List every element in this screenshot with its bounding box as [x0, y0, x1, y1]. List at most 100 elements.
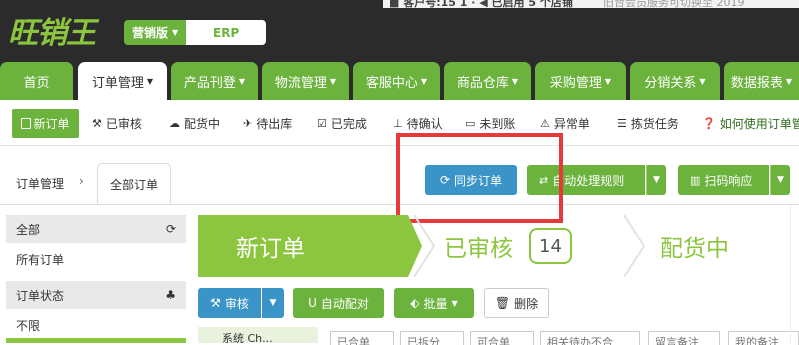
file-icon	[21, 118, 32, 129]
highlight-annotation-box	[396, 133, 563, 223]
sidebar-section-status[interactable]: 订单状态 ♣	[6, 281, 186, 309]
warning-icon: ⚠	[540, 116, 550, 130]
service-notice-text[interactable]: 旧台会员服务可切换至 2019	[603, 0, 745, 8]
nav-tab-service[interactable]: 客服中心 ▼	[353, 62, 440, 100]
stage-label: 配货中	[660, 236, 729, 262]
nav-tab-label: 订单管理	[91, 75, 144, 91]
subnav-pending-confirm[interactable]: ⊥ 待确认	[393, 114, 443, 132]
chevron-down-icon: ▼	[238, 76, 246, 86]
chevron-down-icon: ▼	[511, 76, 519, 86]
refresh-icon[interactable]: ⟳	[166, 222, 176, 236]
stage-new-order[interactable]: 新订单	[198, 215, 408, 277]
nav-tab-reports[interactable]: 数据报表 ▼	[724, 62, 799, 100]
nav-tab-label: 客服中心	[365, 75, 418, 91]
filter-label: 系统 Ch...	[198, 327, 318, 343]
nav-tab-purchase[interactable]: 采购管理 ▼	[535, 62, 626, 100]
order-filter-sidebar: 全部 ⟳ 所有订单 订单状态 ♣ 不限	[6, 215, 186, 343]
nav-tab-label: 商品仓库	[456, 75, 509, 91]
gavel-icon: ⚒	[210, 296, 221, 310]
button-label: 删除	[514, 296, 539, 311]
nav-tab-home[interactable]: 首页	[0, 62, 73, 100]
button-label: 自动处理规则	[552, 173, 625, 188]
audit-dropdown[interactable]: ▼	[262, 288, 284, 318]
sidebar-item-label: 不限	[16, 318, 41, 333]
breadcrumb-current-tab[interactable]: 全部订单	[97, 163, 171, 205]
nav-tab-warehouse[interactable]: 商品仓库 ▼	[444, 62, 531, 100]
top-status-strip: ■ 客户号:15 1 · ◀ 已启用 5 个店铺 旧台会员服务可切换至 2019	[383, 0, 799, 8]
trash-icon: 🗑	[494, 296, 511, 310]
nav-tab-distribution[interactable]: 分销关系 ▼	[630, 62, 720, 100]
chevron-down-icon: ▼	[604, 76, 612, 86]
checkbox-icon: ☑	[317, 116, 327, 130]
divider	[790, 205, 791, 343]
magnet-icon: Ս	[308, 296, 317, 310]
chevron-down-icon: ▼	[420, 76, 428, 86]
filter-row: 系统 Ch... 已合单 已拆分 可合单 相关待办不合 留言备注 我的备注	[198, 327, 799, 345]
subnav-allocating[interactable]: ☁ 配货中	[169, 114, 220, 132]
tag-icon: ⬖	[410, 296, 420, 310]
order-stage-flow: 新订单 已审核 14 配货中	[198, 215, 799, 277]
sidebar-section-label: 订单状态	[16, 288, 65, 303]
cloud-icon: ☁	[169, 116, 180, 130]
sidebar-item-unlimited[interactable]: 不限	[6, 311, 186, 339]
chevron-down-icon: ▼	[653, 175, 660, 185]
main-nav: 首页 订单管理 ▼ 产品刊登 ▼ 物流管理 ▼ 客服中心 ▼ 商品仓库 ▼ 采购…	[0, 60, 799, 100]
nav-tab-listing[interactable]: 产品刊登 ▼	[171, 62, 258, 100]
stage-audited[interactable]: 已审核 14	[444, 215, 572, 277]
subnav-picking-task[interactable]: ☰ 拣货任务	[617, 114, 679, 132]
subnav-pending-shipment[interactable]: ✈ 待出库	[243, 114, 292, 132]
subnav-label: 已审核	[105, 116, 142, 131]
subnav-audited[interactable]: ⚒ 已审核	[92, 114, 142, 132]
breadcrumb-root[interactable]: 订单管理	[16, 175, 64, 192]
chevron-down-icon: ▼	[269, 298, 277, 308]
auto-rule-dropdown[interactable]: ▼	[646, 165, 666, 195]
chevron-down-icon: ▼	[146, 76, 154, 86]
plane-icon: ✈	[243, 116, 253, 130]
chevron-down-icon: ▼	[451, 298, 458, 308]
nav-tab-label: 产品刊登	[183, 75, 236, 91]
gavel-icon: ⚒	[92, 116, 102, 130]
subnav-unpaid[interactable]: ▭ 未到账	[465, 114, 515, 132]
subnav-exception[interactable]: ⚠ 异常单	[540, 114, 590, 132]
sidebar-item-all-orders[interactable]: 所有订单	[6, 245, 186, 273]
stage-label: 已审核	[444, 236, 513, 262]
help-icon: ❓	[702, 116, 716, 130]
subnav-label: 新订单	[33, 117, 70, 131]
chevron-down-icon: ▼	[785, 76, 793, 86]
subnav-label: 配货中	[184, 116, 221, 131]
stage-count-badge: 14	[529, 228, 572, 264]
subnav-help-link[interactable]: ❓ 如何使用订单管	[702, 114, 799, 132]
sidebar-section-label: 全部	[16, 222, 41, 237]
pin-icon: ⊥	[393, 116, 403, 130]
stage-chevron	[413, 215, 436, 277]
subnav-completed[interactable]: ☑ 已完成	[317, 114, 367, 132]
stage-allocating[interactable]: 配货中	[660, 215, 729, 277]
erp-link[interactable]: ERP	[186, 20, 267, 45]
edition-dropdown[interactable]: 营销版 ▼	[124, 20, 187, 45]
auto-match-button[interactable]: Ս 自动配对	[293, 288, 384, 318]
audit-button[interactable]: ⚒ 审核	[198, 288, 261, 318]
sidebar-active-indicator	[6, 338, 186, 343]
account-status-text: ■ 客户号:15 1 · ◀ 已启用 5 个店铺	[389, 0, 573, 8]
chevron-down-icon: ▼	[172, 28, 179, 37]
button-label: 审核	[224, 296, 249, 311]
scan-response-dropdown[interactable]: ▼	[770, 165, 790, 195]
chevron-down-icon: ▼	[777, 175, 784, 185]
button-label: 扫码响应	[704, 173, 753, 188]
app-logo[interactable]: 旺销王	[8, 8, 96, 52]
delete-button[interactable]: 🗑 删除	[484, 288, 549, 318]
subnav-label: 已完成	[330, 116, 367, 131]
stage-chevron	[623, 215, 646, 277]
sitemap-icon[interactable]: ♣	[165, 288, 176, 302]
barcode-icon: ▥	[690, 173, 701, 187]
subnav-label: 未到账	[479, 116, 516, 131]
nav-tab-logistics[interactable]: 物流管理 ▼	[262, 62, 349, 100]
batch-button[interactable]: ⬖ 批量 ▼	[394, 288, 474, 318]
sidebar-section-all[interactable]: 全部 ⟳	[6, 215, 186, 243]
subnav-new-order[interactable]: 新订单	[12, 109, 79, 138]
subnav-label: 拣货任务	[630, 116, 679, 131]
subnav-label: 待确认	[406, 116, 443, 131]
chevron-down-icon: ▼	[329, 76, 337, 86]
nav-tab-orders[interactable]: 订单管理 ▼	[78, 62, 167, 100]
scan-response-button[interactable]: ▥ 扫码响应	[678, 165, 769, 195]
